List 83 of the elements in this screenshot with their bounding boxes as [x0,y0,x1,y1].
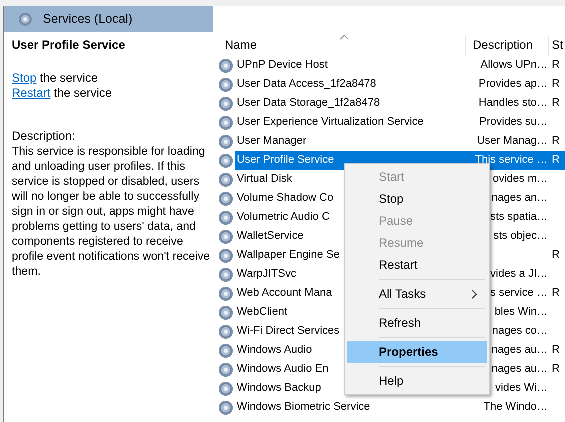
service-row[interactable]: Web Account Mana [235,284,332,303]
description-text: This service is responsible for loading and unloading user profiles. If this service is stopped or disabled, users will no longer be able to successfully sign in or sign out, apps might have problems getting to users' data, and components registered to receive profile event notifications won't receive them. [12,144,212,279]
gear-icon [218,210,234,226]
gear-icon [218,324,234,340]
gear-icon [218,172,234,188]
service-row[interactable]: Volumetric Audio C [235,208,330,227]
table-cell-text: s service … [490,286,549,301]
table-cell-text: The Windo… [484,400,549,415]
sort-icon [340,35,349,40]
pane-title: Services (Local) [43,12,133,26]
service-row[interactable]: WebClient [235,303,288,322]
service-row[interactable]: Windows Audio En [235,360,329,379]
service-row[interactable]: UPnP Device Host [235,56,328,75]
table-cell-text: R [551,77,561,92]
table-cell-text: R [551,248,561,263]
gear-icon [218,152,234,168]
table-cell-text: Handles sto… [478,96,549,111]
gear-icon [218,266,234,282]
table-cell-text: sts spatia… [490,210,549,225]
gear-icon [218,58,234,74]
action-text: Stop the service [12,71,98,86]
table-cell-text: R [551,362,561,377]
action-text: Restart the service [12,86,112,101]
service-row[interactable]: Virtual Disk [235,170,292,189]
service-row[interactable]: User Experience Virtualization Service [235,113,424,132]
table-cell-text: R [551,134,561,149]
gear-icon [218,190,234,206]
table-cell-text: nages au… [492,343,549,358]
service-row[interactable]: User Data Storage_1f2a8478 [235,94,380,113]
table-cell-text: vides Wi… [495,381,549,396]
gear-icon [218,96,234,112]
gear-icon [218,380,234,396]
table-cell-text: Provides ap… [478,77,549,92]
gear-icon [218,286,234,302]
service-row[interactable]: Wallpaper Engine Se [235,246,340,265]
menu-item[interactable]: All Tasks [347,283,487,305]
table-cell-text: vides a JI… [490,267,549,282]
table-cell-text: R [551,343,561,358]
table-cell-text: Allows UPn… [480,58,549,73]
table-cell-text: bles Win… [494,305,549,320]
service-row[interactable]: Windows Biometric Service [235,398,370,417]
chevron-icon [472,290,477,299]
column-header[interactable]: Name [218,36,466,56]
gear-icon [18,12,33,26]
gear-icon [218,76,234,92]
service-row[interactable]: Windows Backup [235,379,322,398]
table-cell-text: R [551,286,561,301]
gear-icon [218,304,234,320]
description-label: Description: [12,129,76,144]
table-cell-text: nages co… [492,324,549,339]
menu-item[interactable]: Help [347,370,487,392]
table-cell: R [549,151,565,170]
service-row[interactable]: User Manager [235,132,307,151]
gear-icon [218,400,234,416]
table-cell-text: Provides su… [480,115,549,130]
gear-icon [218,248,234,264]
service-row[interactable]: Windows Audio [235,341,312,360]
table-cell-text: ovides m… [492,172,549,187]
gear-icon [218,114,234,130]
service-row[interactable]: Wi-Fi Direct Services [235,322,340,341]
menu-item[interactable]: Restart [347,254,487,276]
service-link[interactable]: Stop [12,71,37,85]
table-cell-text: sts objec… [494,229,549,244]
menu-item[interactable]: Properties [347,341,487,363]
service-link[interactable]: Restart [12,86,51,100]
menu-item[interactable]: Refresh [347,312,487,334]
gear-icon [218,134,234,150]
service-title: User Profile Service [12,38,126,52]
table-cell-text: nages au… [492,362,549,377]
service-row[interactable]: Volume Shadow Co [235,189,334,208]
menu-item[interactable]: Stop [347,188,487,210]
service-row[interactable]: WalletService [235,227,304,246]
column-header[interactable]: St [549,36,565,56]
service-row[interactable]: User Data Access_1f2a8478 [235,75,376,94]
gear-icon [218,362,234,378]
table-cell-text: R [551,58,561,73]
table-cell-text: User Manag… [477,134,549,149]
gear-icon [218,228,234,244]
service-row[interactable]: WarpJITSvc [235,265,296,284]
gear-icon [218,342,234,358]
column-header[interactable]: Description [466,36,549,56]
table-cell-text: R [551,96,561,111]
table-cell-text: nages an… [492,191,549,206]
